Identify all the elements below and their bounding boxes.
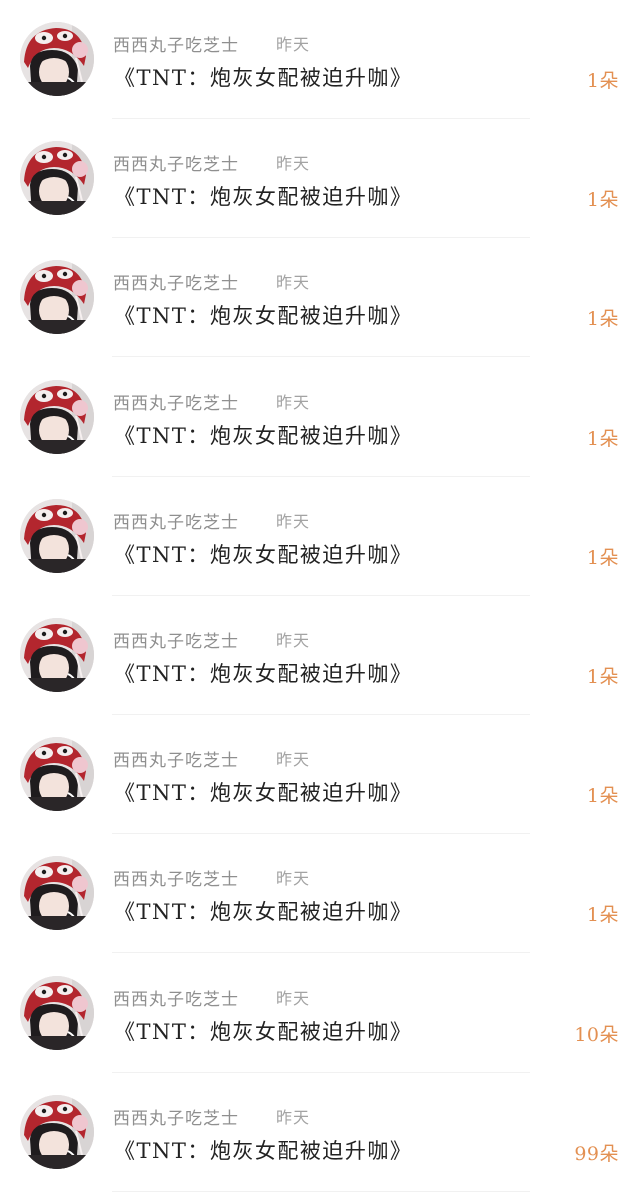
timestamp: 昨天 (276, 869, 311, 889)
avatar-image (20, 737, 94, 812)
work-title[interactable]: 《TNT：炮灰女配被迫升咖》 (114, 300, 412, 330)
gift-record-row[interactable]: 西西丸子吃芝士 昨天 《TNT：炮灰女配被迫升咖》 1朵 (0, 596, 640, 715)
gift-count: 1朵 (586, 308, 619, 331)
username[interactable]: 西西丸子吃芝士 (113, 865, 239, 890)
username[interactable]: 西西丸子吃芝士 (113, 508, 239, 533)
avatar-image (20, 260, 94, 335)
avatar[interactable] (20, 141, 94, 216)
avatar[interactable] (20, 22, 94, 96)
avatar[interactable] (20, 498, 94, 573)
timestamp: 昨天 (276, 988, 311, 1008)
timestamp: 昨天 (276, 35, 311, 54)
avatar-image (20, 856, 94, 931)
avatar-image (20, 379, 94, 454)
gift-record-row[interactable]: 西西丸子吃芝士 昨天 《TNT：炮灰女配被迫升咖》 1朵 (0, 834, 640, 954)
avatar[interactable] (20, 618, 94, 692)
timestamp: 昨天 (276, 631, 311, 650)
timestamp: 昨天 (276, 273, 311, 293)
work-title[interactable]: 《TNT：炮灰女配被迫升咖》 (114, 420, 412, 450)
gift-record-row[interactable]: 西西丸子吃芝士 昨天 《TNT：炮灰女配被迫升咖》 1朵 (0, 477, 640, 596)
gift-record-row[interactable]: 西西丸子吃芝士 昨天 《TNT：炮灰女配被迫升咖》 1朵 (0, 715, 640, 835)
avatar-image (20, 1094, 94, 1169)
timestamp: 昨天 (276, 392, 311, 412)
gift-count: 1朵 (586, 785, 619, 808)
avatar[interactable] (20, 856, 94, 931)
avatar[interactable] (20, 737, 94, 812)
gift-count: 99朵 (574, 1142, 619, 1165)
username[interactable]: 西西丸子吃芝士 (113, 150, 239, 175)
work-title[interactable]: 《TNT：炮灰女配被迫升咖》 (114, 62, 412, 92)
username[interactable]: 西西丸子吃芝士 (113, 1104, 239, 1129)
gift-record-row[interactable]: 西西丸子吃芝士 昨天 《TNT：炮灰女配被迫升咖》 1朵 (0, 358, 640, 477)
username[interactable]: 西西丸子吃芝士 (113, 627, 239, 652)
work-title[interactable]: 《TNT：炮灰女配被迫升咖》 (114, 181, 412, 211)
gift-record-row[interactable]: 西西丸子吃芝士 昨天 《TNT：炮灰女配被迫升咖》 99朵 (0, 1073, 640, 1192)
gift-count: 10朵 (574, 1023, 619, 1046)
work-title[interactable]: 《TNT：炮灰女配被迫升咖》 (114, 1135, 412, 1165)
gift-count: 1朵 (586, 189, 619, 212)
username[interactable]: 西西丸子吃芝士 (113, 269, 239, 294)
timestamp: 昨天 (276, 1107, 311, 1127)
gift-record-row[interactable]: 西西丸子吃芝士 昨天 《TNT：炮灰女配被迫升咖》 1朵 (0, 0, 640, 119)
avatar-image (20, 22, 94, 96)
gift-record-row[interactable]: 西西丸子吃芝士 昨天 《TNT：炮灰女配被迫升咖》 10朵 (0, 954, 640, 1073)
work-title[interactable]: 《TNT：炮灰女配被迫升咖》 (114, 658, 412, 688)
timestamp: 昨天 (276, 511, 311, 531)
work-title[interactable]: 《TNT：炮灰女配被迫升咖》 (114, 777, 412, 807)
avatar-image (20, 618, 94, 692)
username[interactable]: 西西丸子吃芝士 (113, 746, 239, 771)
avatar-image (20, 498, 94, 573)
gift-count: 1朵 (586, 427, 619, 450)
work-title[interactable]: 《TNT：炮灰女配被迫升咖》 (114, 896, 412, 926)
timestamp: 昨天 (276, 154, 311, 174)
gift-record-list: 西西丸子吃芝士 昨天 《TNT：炮灰女配被迫升咖》 1朵 西西丸子吃芝士 昨天 … (0, 0, 640, 1192)
avatar-image (20, 975, 94, 1050)
gift-count: 1朵 (586, 904, 619, 927)
avatar-image (20, 141, 94, 216)
avatar[interactable] (20, 1094, 94, 1169)
username[interactable]: 西西丸子吃芝士 (113, 31, 239, 56)
gift-record-row[interactable]: 西西丸子吃芝士 昨天 《TNT：炮灰女配被迫升咖》 1朵 (0, 238, 640, 358)
username[interactable]: 西西丸子吃芝士 (113, 985, 239, 1010)
gift-record-row[interactable]: 西西丸子吃芝士 昨天 《TNT：炮灰女配被迫升咖》 1朵 (0, 119, 640, 239)
work-title[interactable]: 《TNT：炮灰女配被迫升咖》 (114, 1016, 412, 1046)
avatar[interactable] (20, 379, 94, 454)
gift-count: 1朵 (586, 70, 619, 92)
avatar[interactable] (20, 260, 94, 335)
work-title[interactable]: 《TNT：炮灰女配被迫升咖》 (114, 539, 412, 569)
gift-count: 1朵 (586, 546, 619, 569)
avatar[interactable] (20, 975, 94, 1050)
username[interactable]: 西西丸子吃芝士 (113, 389, 239, 414)
gift-count: 1朵 (586, 666, 619, 688)
timestamp: 昨天 (276, 750, 311, 770)
